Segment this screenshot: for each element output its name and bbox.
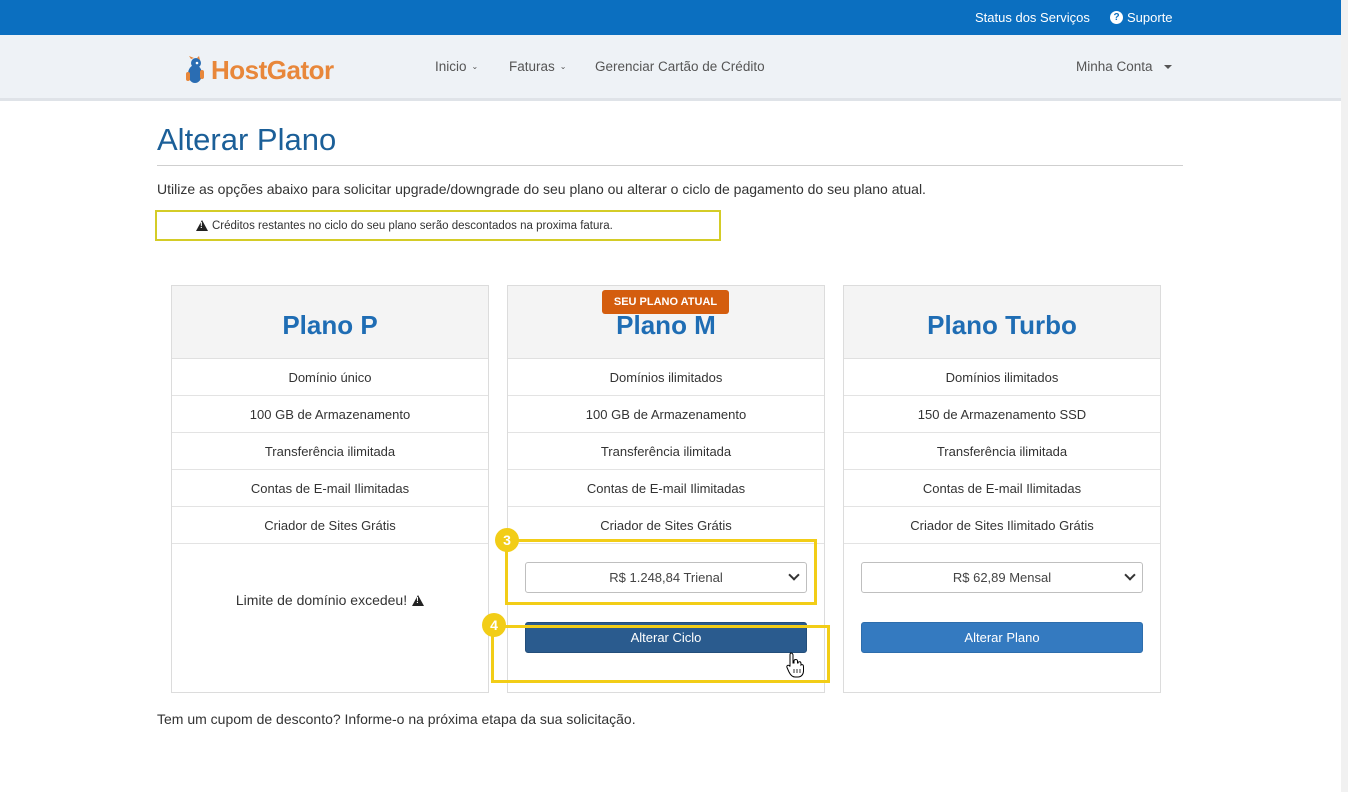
domain-limit-message: Limite de domínio excedeu! <box>172 592 488 608</box>
hostgator-logo[interactable]: HostGator <box>183 55 334 86</box>
intro-text: Utilize as opções abaixo para solicitar … <box>157 181 926 197</box>
plan-card-actions: Limite de domínio excedeu! <box>172 544 488 693</box>
nav-inicio[interactable]: Inicio ⌄ <box>435 35 478 98</box>
chevron-down-icon: ⌄ <box>471 62 479 71</box>
warning-icon <box>412 594 425 606</box>
plan-feature: Domínios ilimitados <box>508 359 824 396</box>
hand-pointer-cursor-icon <box>786 652 804 678</box>
plan-feature: Transferência ilimitada <box>844 433 1160 470</box>
nav-cartao-label: Gerenciar Cartão de Crédito <box>595 59 765 74</box>
credits-alert: Créditos restantes no ciclo do seu plano… <box>155 210 721 241</box>
coupon-note: Tem um cupom de desconto? Informe-o na p… <box>157 711 636 727</box>
nav-account-label: Minha Conta <box>1076 59 1153 74</box>
plan-feature: Contas de E-mail Ilimitadas <box>508 470 824 507</box>
step-marker-3: 3 <box>495 528 519 552</box>
warning-icon <box>196 220 208 231</box>
billing-cycle-select[interactable]: R$ 62,89 Mensal <box>861 562 1143 593</box>
plan-card-turbo: Plano Turbo Domínios ilimitados 150 de A… <box>843 285 1161 693</box>
nav-gerenciar-cartao[interactable]: Gerenciar Cartão de Crédito <box>595 35 765 98</box>
plan-name: Plano Turbo <box>927 309 1077 340</box>
chevron-down-icon <box>1124 569 1136 581</box>
top-bar: Status dos Serviços ? Suporte <box>0 0 1341 35</box>
gator-mascot-icon <box>186 55 204 83</box>
support-label: Suporte <box>1127 10 1173 25</box>
main-navbar: HostGator Inicio ⌄ Faturas ⌄ Gerenciar C… <box>0 35 1341 101</box>
plan-card-header: Plano P <box>172 286 488 359</box>
page-scrollbar[interactable] <box>1341 0 1348 792</box>
chevron-down-icon: ⌄ <box>559 62 567 71</box>
change-plan-button[interactable]: Alterar Plano <box>861 622 1143 653</box>
plan-feature: Criador de Sites Ilimitado Grátis <box>844 507 1160 544</box>
step-marker-4: 4 <box>482 613 506 637</box>
plan-feature: Criador de Sites Grátis <box>172 507 488 544</box>
nav-inicio-label: Inicio <box>435 59 467 74</box>
plan-name: Plano P <box>282 309 378 340</box>
plan-feature: Domínio único <box>172 359 488 396</box>
plan-feature: Contas de E-mail Ilimitadas <box>844 470 1160 507</box>
caret-down-icon <box>1163 64 1172 69</box>
highlight-box-step3 <box>505 539 817 605</box>
question-circle-icon: ? <box>1110 11 1123 24</box>
plan-feature: 100 GB de Armazenamento <box>508 396 824 433</box>
nav-faturas[interactable]: Faturas ⌄ <box>509 35 566 98</box>
plan-feature: Domínios ilimitados <box>844 359 1160 396</box>
plan-feature: 100 GB de Armazenamento <box>172 396 488 433</box>
plan-feature: Contas de E-mail Ilimitadas <box>172 470 488 507</box>
nav-minha-conta[interactable]: Minha Conta <box>1076 35 1172 98</box>
plan-card-actions: R$ 62,89 Mensal Alterar Plano <box>844 544 1160 693</box>
domain-limit-text: Limite de domínio excedeu! <box>235 592 408 608</box>
brand-name: HostGator <box>211 55 334 85</box>
billing-cycle-value: R$ 62,89 Mensal <box>952 570 1052 585</box>
current-plan-badge: SEU PLANO ATUAL <box>602 290 729 314</box>
credits-alert-text: Créditos restantes no ciclo do seu plano… <box>212 219 613 232</box>
title-divider <box>157 165 1183 166</box>
nav-faturas-label: Faturas <box>509 59 555 74</box>
plan-feature: Transferência ilimitada <box>508 433 824 470</box>
highlight-box-step4 <box>491 625 830 683</box>
plan-card-header: Plano Turbo <box>844 286 1160 359</box>
support-link[interactable]: ? Suporte <box>1110 0 1173 35</box>
page-title: Alterar Plano <box>157 122 337 157</box>
plan-card-p: Plano P Domínio único 100 GB de Armazena… <box>171 285 489 693</box>
service-status-link[interactable]: Status dos Serviços <box>975 0 1090 35</box>
plan-feature: 150 de Armazenamento SSD <box>844 396 1160 433</box>
plan-feature: Transferência ilimitada <box>172 433 488 470</box>
